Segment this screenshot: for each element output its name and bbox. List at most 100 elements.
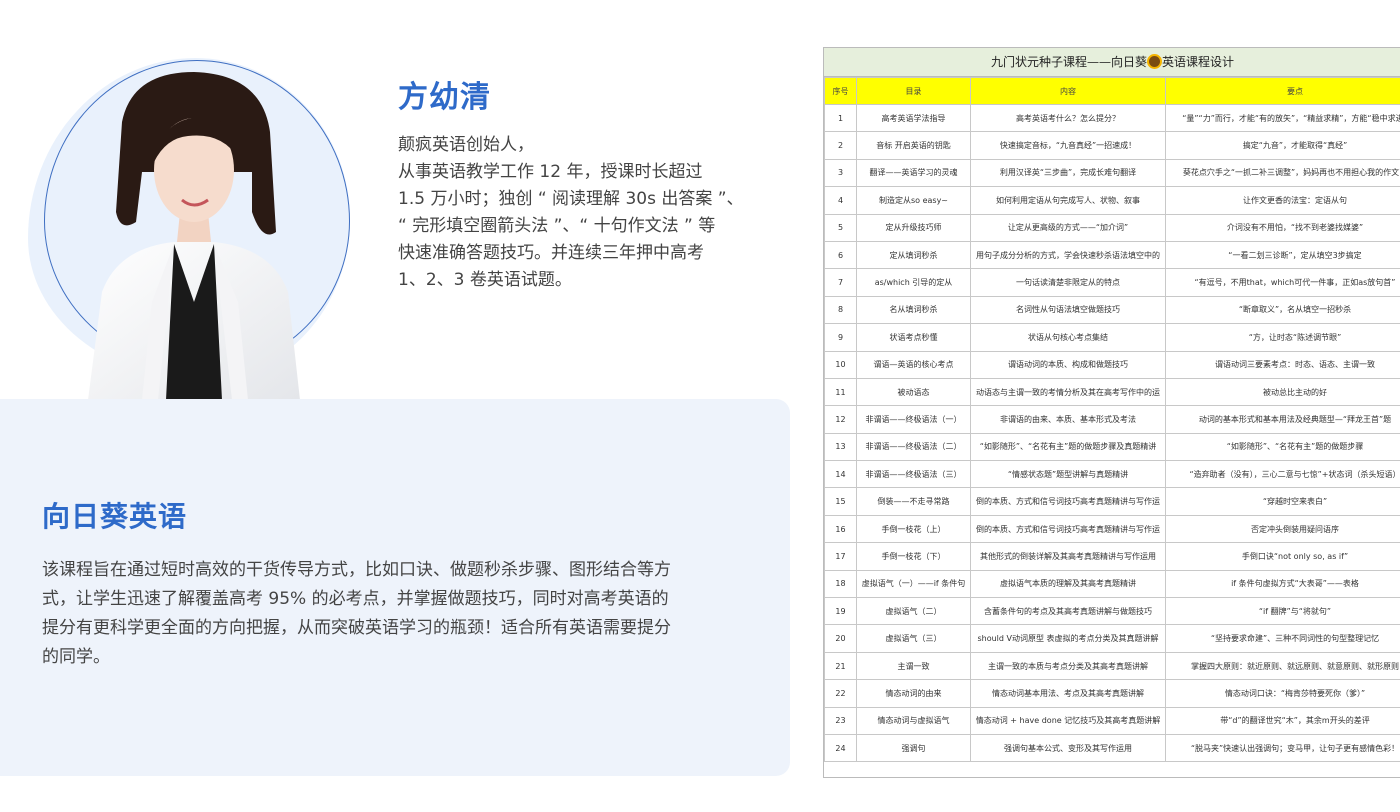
cell-chapter: 制造定从so easy~ (856, 186, 971, 215)
desc-line: 该课程旨在通过短时高效的干货传导方式，比如口诀、做题秒杀步骤、图形结合等方 (42, 560, 671, 580)
cell-chapter: 倒装——不走寻常路 (856, 487, 971, 516)
cell-chapter: 非谓语——终极语法（三） (856, 460, 971, 489)
cell-keypoints: 让作文更香的法宝：定语从句 (1165, 186, 1400, 215)
cell-index: 4 (824, 186, 857, 215)
cell-chapter: 手倒一枝花（上） (856, 514, 971, 544)
cell-index: 13 (824, 432, 857, 462)
table-row: 5 定从升级技巧师 让定从更高级的方式——“加介词” 介词没有不用怕，“找不到老婆找媒… (824, 213, 1400, 242)
table-row: 4 制造定从so easy~ 如何利用定语从句完成写人、状物、叙事 让作文更香的法宝：… (824, 186, 1400, 215)
cell-index: 20 (824, 624, 857, 653)
cell-keypoints: “断章取义”，名从填空一招秒杀 (1165, 295, 1400, 325)
cell-content: 其他形式的倒装详解及其高考真题精讲与写作运用 (970, 542, 1166, 571)
syllabus-title-start: 九门状元种子课程——向日葵 (990, 55, 1147, 69)
table-row: 3 翻译——英语学习的灵魂 利用汉译英“三步曲”，完成长难句翻译 葵花点穴手之“一抓二… (824, 158, 1400, 188)
cell-content: 高考英语考什么？怎么提分？ (970, 103, 1166, 133)
cell-content: 快速搞定音标，“九音真经”一招速成！ (970, 131, 1166, 160)
cell-keypoints: “穿越时空来表白” (1165, 487, 1400, 516)
cell-chapter: 音标 开启英语的钥匙 (856, 131, 971, 160)
cell-keypoints: 动词的基本形式和基本用法及经典题型—“拜龙王首”题 (1165, 405, 1400, 434)
cell-chapter: 翻译——英语学习的灵魂 (856, 158, 971, 188)
table-header-row: 序号 目录 内容 要点 (824, 77, 1400, 105)
cell-chapter: 虚拟语气（三） (856, 624, 971, 653)
teacher-name: 方幼清 (398, 80, 491, 115)
cell-content: 让定从更高级的方式——“加介词” (970, 213, 1166, 242)
cell-keypoints: 介词没有不用怕，“找不到老婆找媒婆” (1165, 213, 1400, 242)
cell-keypoints: if 条件句虚拟方式“大表哥”——表格 (1165, 569, 1400, 599)
table-row: 17 手倒一枝花（下） 其他形式的倒装详解及其高考真题精讲与写作运用 手倒口诀“not… (824, 542, 1400, 571)
course-description: 该课程旨在通过短时高效的干货传导方式，比如口诀、做题秒杀步骤、图形结合等方 式，… (42, 556, 752, 672)
cell-content: 一句话读清楚非限定从的特点 (970, 268, 1166, 297)
course-title: 向日葵英语 (42, 500, 188, 533)
cell-content: “如影随形”、“名花有主”题的做题步骤及真题精讲 (970, 432, 1166, 462)
cell-chapter: 名从填词秒杀 (856, 295, 971, 325)
cell-keypoints: “脱马夹”快速认出强调句；变马甲，让句子更有感情色彩！ (1165, 733, 1400, 763)
cell-content: 倒的本质、方式和信号词技巧高考真题精讲与写作运 (970, 514, 1166, 544)
header-chapter: 目录 (856, 77, 971, 105)
table-row: 9 状语考点秒懂 状语从句核心考点集结 “方，让时态“陈述调节眼” (824, 323, 1400, 352)
table-row: 8 名从填词秒杀 名词性从句语法填空做题技巧 “断章取义”，名从填空一招秒杀 (824, 295, 1400, 325)
cell-chapter: 情态动词与虚拟语气 (856, 706, 971, 735)
table-row: 20 虚拟语气（三） should V动词原型 表虚拟的考点分类及其真题讲解 “坚持要… (824, 624, 1400, 653)
cell-index: 12 (824, 405, 857, 434)
cell-index: 19 (824, 597, 857, 626)
cell-keypoints: 葵花点穴手之“一抓二补三调整”，妈妈再也不用担心我的作文了 (1165, 158, 1400, 188)
cell-content: 如何利用定语从句完成写人、状物、叙事 (970, 186, 1166, 215)
cell-index: 9 (824, 323, 857, 352)
cell-chapter: 手倒一枝花（下） (856, 542, 971, 571)
header-index: 序号 (824, 77, 857, 105)
cell-index: 18 (824, 569, 857, 599)
bio-line: 快速准确答题技巧。并连续三年押中高考 (398, 243, 704, 263)
cell-chapter: 非谓语——终极语法（一） (856, 405, 971, 434)
cell-index: 8 (824, 295, 857, 325)
cell-index: 15 (824, 487, 857, 516)
cell-chapter: 定从填词秒杀 (856, 240, 971, 270)
cell-content: 情态动词 + have done 记忆技巧及其高考真题讲解 (970, 706, 1166, 735)
cell-index: 10 (824, 350, 857, 379)
cell-index: 6 (824, 240, 857, 270)
cell-chapter: 被动语态 (856, 377, 971, 407)
cell-index: 11 (824, 377, 857, 407)
cell-content: should V动词原型 表虚拟的考点分类及其真题讲解 (970, 624, 1166, 653)
cell-keypoints: “方，让时态“陈述调节眼” (1165, 323, 1400, 352)
cell-index: 3 (824, 158, 857, 188)
syllabus-title: 九门状元种子课程——向日葵 英语课程设计 (824, 48, 1400, 77)
syllabus-table: 九门状元种子课程——向日葵 英语课程设计 序号 目录 内容 要点 1 高考英语学法指… (823, 47, 1400, 778)
cell-content: 状语从句核心考点集结 (970, 323, 1166, 352)
cell-keypoints: 掌握四大原则：就近原则、就远原则、就意原则、就形原则 (1165, 651, 1400, 681)
table-row: 19 虚拟语气（二） 含蓄条件句的考点及其高考真题讲解与做题技巧 “if 翻牌”与“将… (824, 597, 1400, 626)
table-row: 15 倒装——不走寻常路 倒的本质、方式和信号词技巧高考真题精讲与写作运 “穿越时空来… (824, 487, 1400, 516)
cell-content: 含蓄条件句的考点及其高考真题讲解与做题技巧 (970, 597, 1166, 626)
bio-line: 颠疯英语创始人， (398, 135, 534, 155)
cell-chapter: 定从升级技巧师 (856, 213, 971, 242)
cell-content: 情态动词基本用法、考点及其高考真题讲解 (970, 679, 1166, 708)
bio-line: 1、2、3 卷英语试题。 (398, 270, 572, 290)
cell-content: 名词性从句语法填空做题技巧 (970, 295, 1166, 325)
cell-content: 强调句基本公式、变形及其写作运用 (970, 733, 1166, 763)
cell-chapter: 主谓一致 (856, 651, 971, 681)
cell-chapter: 状语考点秒懂 (856, 323, 971, 352)
cell-chapter: as/which 引导的定从 (856, 268, 971, 297)
table-row: 10 谓语—英语的核心考点 谓语动词的本质、构成和做题技巧 谓语动词三要素考点：时态、… (824, 350, 1400, 379)
cell-chapter: 虚拟语气（一）——if 条件句 (856, 569, 971, 599)
table-row: 16 手倒一枝花（上） 倒的本质、方式和信号词技巧高考真题精讲与写作运 否定冲头倒装用… (824, 514, 1400, 544)
table-row: 6 定从填词秒杀 用句子成分分析的方式，学会快速秒杀语法填空中的 “一看二划三诊断”，… (824, 240, 1400, 270)
cell-index: 1 (824, 103, 857, 133)
desc-line: 的同学。 (42, 647, 110, 667)
cell-keypoints: 搞定“九音”，才能取得“真经” (1165, 131, 1400, 160)
table-row: 7 as/which 引导的定从 一句话读清楚非限定从的特点 “有逗号，不用that，… (824, 268, 1400, 297)
cell-keypoints: 带“d”的翻译世究“木”，其余m开头的差评 (1165, 706, 1400, 735)
cell-chapter: 情态动词的由来 (856, 679, 971, 708)
syllabus-title-end: 英语课程设计 (1162, 55, 1235, 69)
cell-content: 用句子成分分析的方式，学会快速秒杀语法填空中的 (970, 240, 1166, 270)
cell-chapter: 强调句 (856, 733, 971, 763)
cell-index: 7 (824, 268, 857, 297)
cell-content: “情感状态题”题型讲解与真题精讲 (970, 460, 1166, 489)
cell-index: 22 (824, 679, 857, 708)
cell-content: 主谓一致的本质与考点分类及其高考真题讲解 (970, 651, 1166, 681)
sunflower-icon (1149, 56, 1160, 67)
cell-index: 21 (824, 651, 857, 681)
table-row: 14 非谓语——终极语法（三） “情感状态题”题型讲解与真题精讲 “造弃助者（没有），… (824, 460, 1400, 489)
cell-keypoints: “坚持要求命建”、三种不同词性的句型整理记忆 (1165, 624, 1400, 653)
teacher-portrait (88, 72, 300, 400)
teacher-bio: 颠疯英语创始人， 从事英语教学工作 12 年，授课时长超过 1.5 万小时；独创… (398, 132, 783, 294)
